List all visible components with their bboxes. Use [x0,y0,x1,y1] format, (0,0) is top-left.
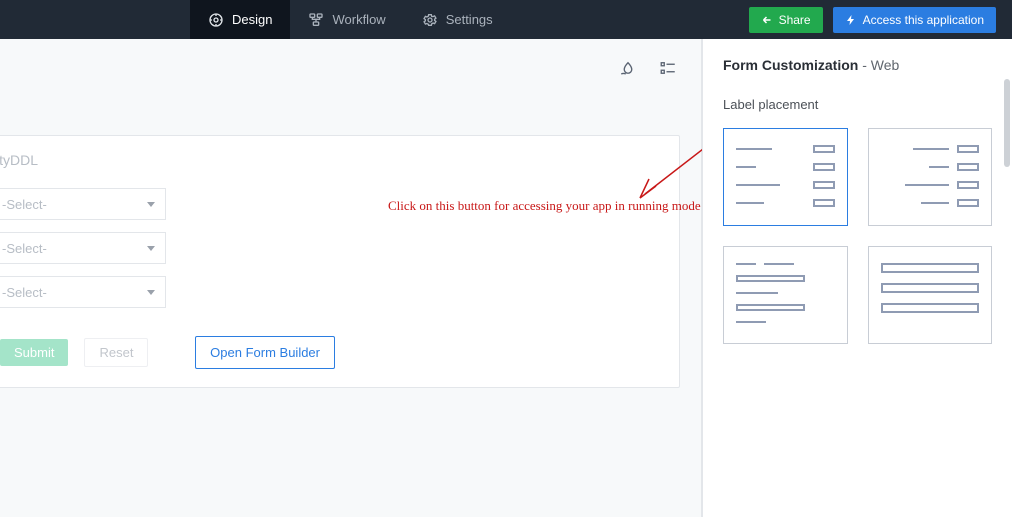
bolt-icon [845,14,857,26]
form-card: ityDDL -Select- -Select- -Select- Submit… [0,135,680,388]
topbar-tabs: Design Workflow Settings [190,0,511,39]
tab-design-label: Design [232,12,272,27]
tab-settings[interactable]: Settings [404,0,511,39]
side-panel-title: Form Customization - Web [723,57,992,73]
chevron-down-icon [147,246,155,251]
access-label: Access this application [863,13,984,27]
side-title-rest: Web [871,57,900,73]
select-row-3[interactable]: -Select- [0,276,166,308]
label-placement-option-left[interactable] [723,128,848,226]
main: ityDDL -Select- -Select- -Select- Submit… [0,39,1012,517]
share-icon [761,14,773,26]
share-label: Share [779,13,811,27]
scrollbar[interactable] [1004,79,1010,167]
topbar-right: Share Access this application [749,0,1012,39]
canvas-toolbar [0,39,701,97]
design-icon [208,12,224,28]
label-placement-option-top[interactable] [723,246,848,344]
topbar: Design Workflow Settings Share Access [0,0,1012,39]
tab-settings-label: Settings [446,12,493,27]
side-title-sep: - [858,57,870,73]
label-placement-option-inside[interactable] [868,246,993,344]
select-row-2[interactable]: -Select- [0,232,166,264]
select-placeholder: -Select- [2,241,47,256]
tab-workflow-label: Workflow [332,12,385,27]
layout-options-icon[interactable] [659,59,677,77]
annotation-text: Click on this button for accessing your … [388,198,701,214]
label-placement-option-right[interactable] [868,128,993,226]
workflow-icon [308,12,324,28]
select-row-1[interactable]: -Select- [0,188,166,220]
reset-button[interactable]: Reset [84,338,148,367]
side-panel: Form Customization - Web Label placement [702,39,1012,517]
settings-icon [422,12,438,28]
tab-design[interactable]: Design [190,0,290,39]
chevron-down-icon [147,290,155,295]
form-actions: Submit Reset Open Form Builder [0,336,665,369]
label-placement-heading: Label placement [723,97,992,112]
theme-icon[interactable] [619,59,637,77]
select-placeholder: -Select- [2,197,47,212]
side-title-bold: Form Customization [723,57,858,73]
label-placement-options [723,128,992,344]
submit-button[interactable]: Submit [0,339,68,366]
chevron-down-icon [147,202,155,207]
select-placeholder: -Select- [2,285,47,300]
design-canvas: ityDDL -Select- -Select- -Select- Submit… [0,39,702,517]
share-button[interactable]: Share [749,7,823,33]
tab-workflow[interactable]: Workflow [290,0,403,39]
form-top-label: ityDDL [0,152,665,168]
access-application-button[interactable]: Access this application [833,7,996,33]
open-form-builder-button[interactable]: Open Form Builder [195,336,335,369]
